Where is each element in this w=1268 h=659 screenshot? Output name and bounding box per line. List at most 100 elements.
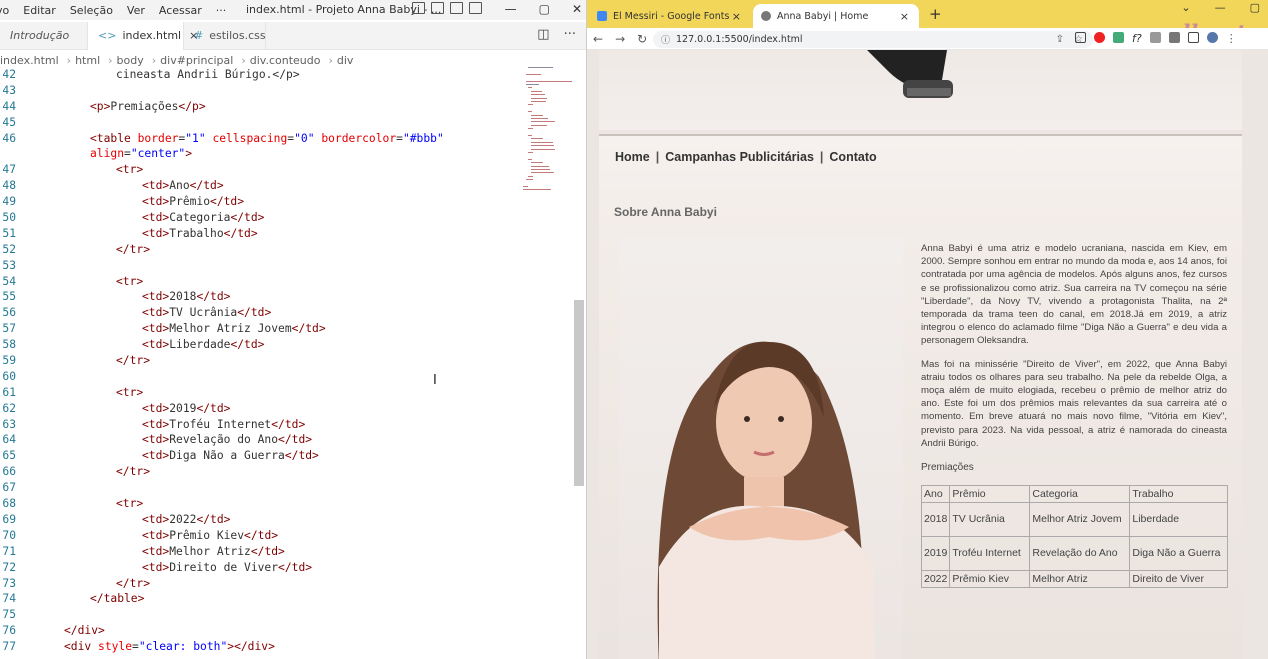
puzzle-extensions-icon[interactable] (1168, 32, 1180, 43)
new-tab-button[interactable]: + (929, 5, 942, 23)
extensions: f? ⋮ (1075, 32, 1237, 45)
code-line[interactable]: 47 <tr> (0, 162, 520, 178)
code-line[interactable]: 71 <td>Melhor Atriz</td> (0, 544, 520, 560)
code-token: align (90, 147, 125, 161)
breadcrumb-item[interactable]: div (337, 54, 354, 67)
code-line[interactable]: 66 </tr> (0, 464, 520, 480)
image-extension-icon[interactable] (1075, 32, 1086, 43)
customize-layout-icon[interactable] (469, 2, 482, 14)
code-line[interactable]: 73 </tr> (0, 576, 520, 592)
bio-text: Anna Babyi é uma atriz e modelo ucranian… (921, 242, 1227, 460)
restore-icon[interactable]: ▢ (539, 2, 550, 16)
code-line[interactable]: 59 </tr> (0, 353, 520, 369)
code-line[interactable]: 54 <tr> (0, 274, 520, 290)
nav-link-home[interactable]: Home (615, 150, 650, 164)
code-line[interactable]: align="center"> (0, 146, 520, 162)
code-token: border (137, 131, 179, 145)
font-extension-icon[interactable]: f? (1132, 32, 1142, 45)
code-line[interactable]: 57 <td>Melhor Atriz Jovem</td> (0, 321, 520, 337)
code-line[interactable]: 53 (0, 258, 520, 274)
code-line[interactable]: 52 </tr> (0, 242, 520, 258)
breadcrumb-item[interactable]: index.html (0, 54, 59, 67)
code-line[interactable]: 74 </table> (0, 591, 520, 607)
tab-estilos-css[interactable]: # estilos.css (184, 21, 266, 50)
code-line[interactable]: 45 (0, 115, 520, 131)
share-icon[interactable]: ⇪ (1056, 34, 1064, 45)
code-line[interactable]: 61 <tr> (0, 385, 520, 401)
code-line[interactable]: 48 <td>Ano</td> (0, 178, 520, 194)
code-line[interactable]: 56 <td>TV Ucrânia</td> (0, 305, 520, 321)
green-extension-icon[interactable] (1113, 32, 1124, 43)
reload-icon[interactable]: ↻ (637, 32, 647, 46)
code-line[interactable]: 50 <td>Categoria</td> (0, 210, 520, 226)
restore-icon[interactable]: ▢ (1250, 1, 1260, 14)
code-line[interactable]: 67 (0, 480, 520, 496)
menu-item-edit[interactable]: Editar (16, 4, 63, 17)
address-bar[interactable]: ⓘ 127.0.0.1:5500/index.html ⇪ ☆ (653, 31, 1093, 48)
code-line[interactable]: 42 cineasta Andrii Búrigo.</p> (0, 67, 520, 83)
profile-avatar[interactable] (1206, 32, 1218, 43)
code-editor[interactable]: 42 cineasta Andrii Búrigo.</p> 43 44 <p>Prem… (0, 67, 520, 655)
sidebar-icon[interactable] (1187, 32, 1199, 43)
breadcrumb-item[interactable]: html (75, 54, 100, 67)
minimap-line (531, 169, 551, 170)
more-actions-icon[interactable]: ··· (564, 27, 576, 42)
code-line[interactable]: 49 <td>Prêmio</td> (0, 194, 520, 210)
menu-item-selection[interactable]: Seleção (63, 4, 120, 17)
chevron-down-icon[interactable]: ⌄ (1181, 1, 1190, 14)
google-fonts-favicon-icon (597, 11, 607, 21)
close-window-icon[interactable]: ✕ (572, 2, 582, 16)
minimap[interactable] (520, 67, 576, 207)
code-line[interactable]: 76 </div> (0, 623, 520, 639)
code-line[interactable]: 62 <td>2019</td> (0, 401, 520, 417)
close-tab-icon[interactable]: × (900, 10, 909, 23)
close-tab-icon[interactable]: × (732, 10, 741, 23)
site-info-icon[interactable]: ⓘ (661, 33, 670, 46)
tab-index-html[interactable]: <> index.html × (88, 21, 198, 50)
breadcrumb-item[interactable]: body (117, 54, 144, 67)
breadcrumb-item[interactable]: div#principal (160, 54, 233, 67)
code-line[interactable]: 65 <td>Diga Não a Guerra</td> (0, 448, 520, 464)
code-line[interactable]: 51 <td>Trabalho</td> (0, 226, 520, 242)
code-line[interactable]: 72 <td>Direito de Viver</td> (0, 560, 520, 576)
minimize-icon[interactable]: — (505, 2, 517, 16)
browser-tab-anna-babyi[interactable]: Anna Babyi | Home × (753, 4, 919, 28)
browser-tab-google-fonts[interactable]: El Messiri - Google Fonts × (589, 4, 751, 28)
code-line[interactable]: 60 (0, 369, 520, 385)
editor-scrollbar[interactable] (574, 300, 584, 486)
code-line[interactable]: 55 <td>2018</td> (0, 289, 520, 305)
menu-item-go[interactable]: Acessar (152, 4, 209, 17)
code-text: <tr> (116, 496, 143, 512)
code-line[interactable]: 64 <td>Revelação do Ano</td> (0, 432, 520, 448)
menu-kebab-icon[interactable]: ⋮ (1226, 32, 1237, 45)
forward-icon[interactable]: → (615, 32, 625, 46)
table-cell: Prêmio Kiev (949, 570, 1031, 588)
toggle-secondary-sidebar-icon[interactable] (450, 2, 463, 14)
code-line[interactable]: 68 <tr> (0, 496, 520, 512)
code-line[interactable]: 58 <td>Liberdade</td> (0, 337, 520, 353)
toggle-sidebar-icon[interactable] (412, 2, 425, 14)
tab-introducao[interactable]: Introdução (0, 21, 88, 50)
code-text: </tr> (116, 353, 150, 369)
back-icon[interactable]: ← (593, 32, 603, 46)
toggle-panel-icon[interactable] (431, 2, 444, 14)
translate-extension-icon[interactable] (1149, 32, 1161, 43)
split-editor-icon[interactable]: ◫ (537, 27, 549, 42)
minimap-line (522, 189, 551, 191)
code-line[interactable]: 46 <table border="1" cellspacing="0" bord… (0, 131, 520, 147)
code-line[interactable]: 69 <td>2022</td> (0, 512, 520, 528)
nav-link-contato[interactable]: Contato (829, 150, 876, 164)
menu-more-icon[interactable]: ··· (209, 4, 234, 17)
breadcrumb-item[interactable]: div.conteudo (250, 54, 321, 67)
code-line[interactable]: 44 <p>Premiações</p> (0, 99, 520, 115)
code-line[interactable]: 77 <div style="clear: both"></div> (0, 639, 520, 655)
menu-item-view[interactable]: Ver (120, 4, 152, 17)
nav-link-campanhas[interactable]: Campanhas Publicitárias (665, 150, 814, 164)
code-line[interactable]: 63 <td>Troféu Internet</td> (0, 417, 520, 433)
opera-extension-icon[interactable] (1094, 32, 1105, 43)
code-line[interactable]: 70 <td>Prêmio Kiev</td> (0, 528, 520, 544)
menu-item-file[interactable]: vo (0, 4, 16, 17)
code-line[interactable]: 75 (0, 607, 520, 623)
minimize-icon[interactable]: — (1215, 1, 1226, 14)
code-line[interactable]: 43 (0, 83, 520, 99)
